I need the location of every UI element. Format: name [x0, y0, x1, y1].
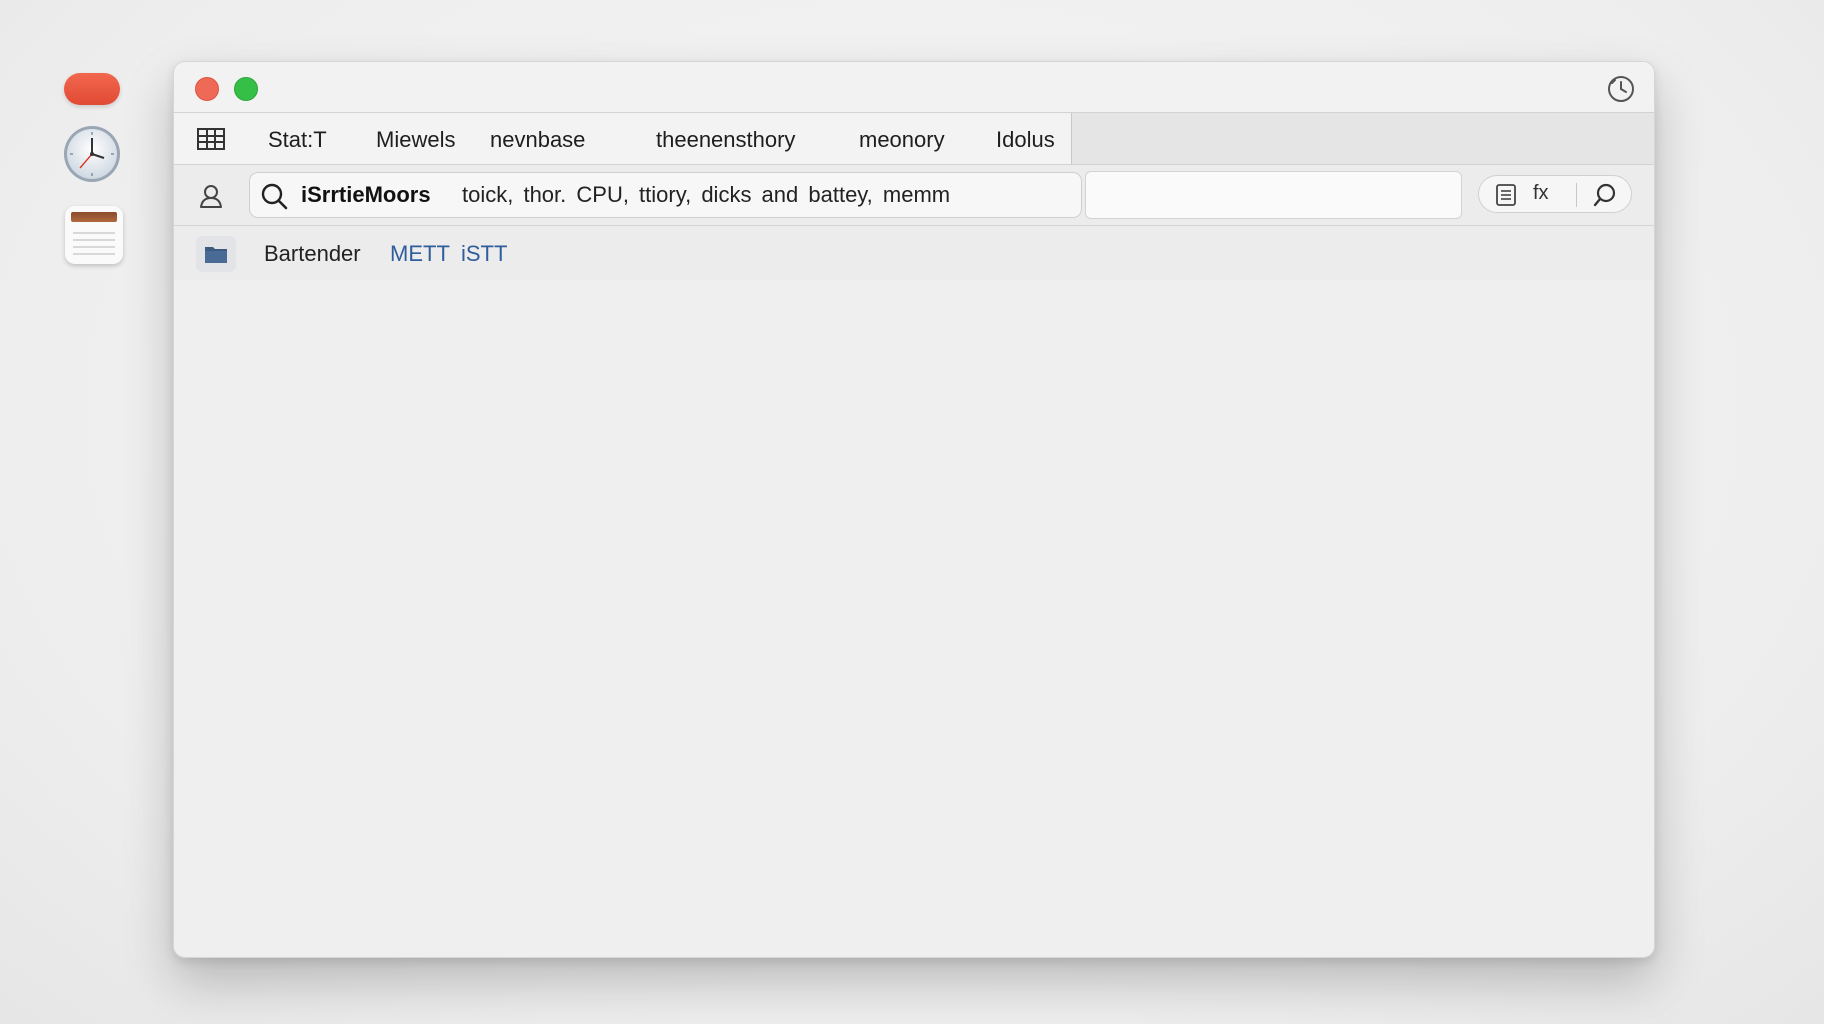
divider — [1576, 183, 1577, 207]
search-query-text: toick, thor. CPU, ttiory, dicks and batt… — [462, 182, 951, 207]
search-query-term: iSrrtieMoors — [301, 182, 431, 207]
tab-group: Stat:T Miewels nevnbase theenensthory me… — [174, 113, 1072, 164]
grid-icon[interactable] — [196, 126, 226, 152]
results-area: Bartender METT iSTT — [174, 226, 1654, 957]
search-input[interactable]: iSrrtieMoors toick, thor. CPU, ttiory, d… — [249, 172, 1082, 218]
tab-nevnbase[interactable]: nevnbase — [490, 127, 585, 153]
search-icon — [259, 181, 289, 211]
tab-idolus[interactable]: Idolus — [996, 127, 1055, 153]
title-bar — [174, 62, 1654, 112]
item-name: Bartender — [264, 241, 361, 266]
toolbar: iSrrtieMoors toick, thor. CPU, ttiory, d… — [174, 165, 1654, 226]
app-window: Stat:T Miewels nevnbase theenensthory me… — [173, 61, 1655, 958]
item-tag: iSTT — [461, 241, 508, 266]
notes-icon[interactable] — [65, 206, 123, 264]
tab-bar: Stat:T Miewels nevnbase theenensthory me… — [174, 112, 1654, 165]
red-app-icon[interactable] — [64, 73, 120, 105]
person-icon[interactable] — [196, 181, 226, 211]
tab-meonory[interactable]: meonory — [859, 127, 945, 153]
fx-button[interactable]: fx — [1533, 182, 1549, 205]
action-button-group: fx — [1478, 175, 1632, 213]
zoom-button[interactable] — [234, 77, 258, 101]
filter-field[interactable] — [1085, 171, 1462, 219]
document-icon[interactable] — [1495, 183, 1517, 207]
tab-start[interactable]: Stat:T — [268, 127, 327, 153]
list-item[interactable]: Bartender METT iSTT — [174, 226, 1654, 280]
tab-theenensthory[interactable]: theenensthory — [656, 127, 795, 153]
folder-icon — [196, 236, 236, 272]
history-icon[interactable] — [1606, 74, 1636, 104]
find-icon[interactable] — [1592, 182, 1618, 208]
item-tag: METT — [390, 241, 450, 266]
tab-miewels[interactable]: Miewels — [376, 127, 455, 153]
close-button[interactable] — [195, 77, 219, 101]
clock-icon[interactable] — [62, 124, 122, 184]
